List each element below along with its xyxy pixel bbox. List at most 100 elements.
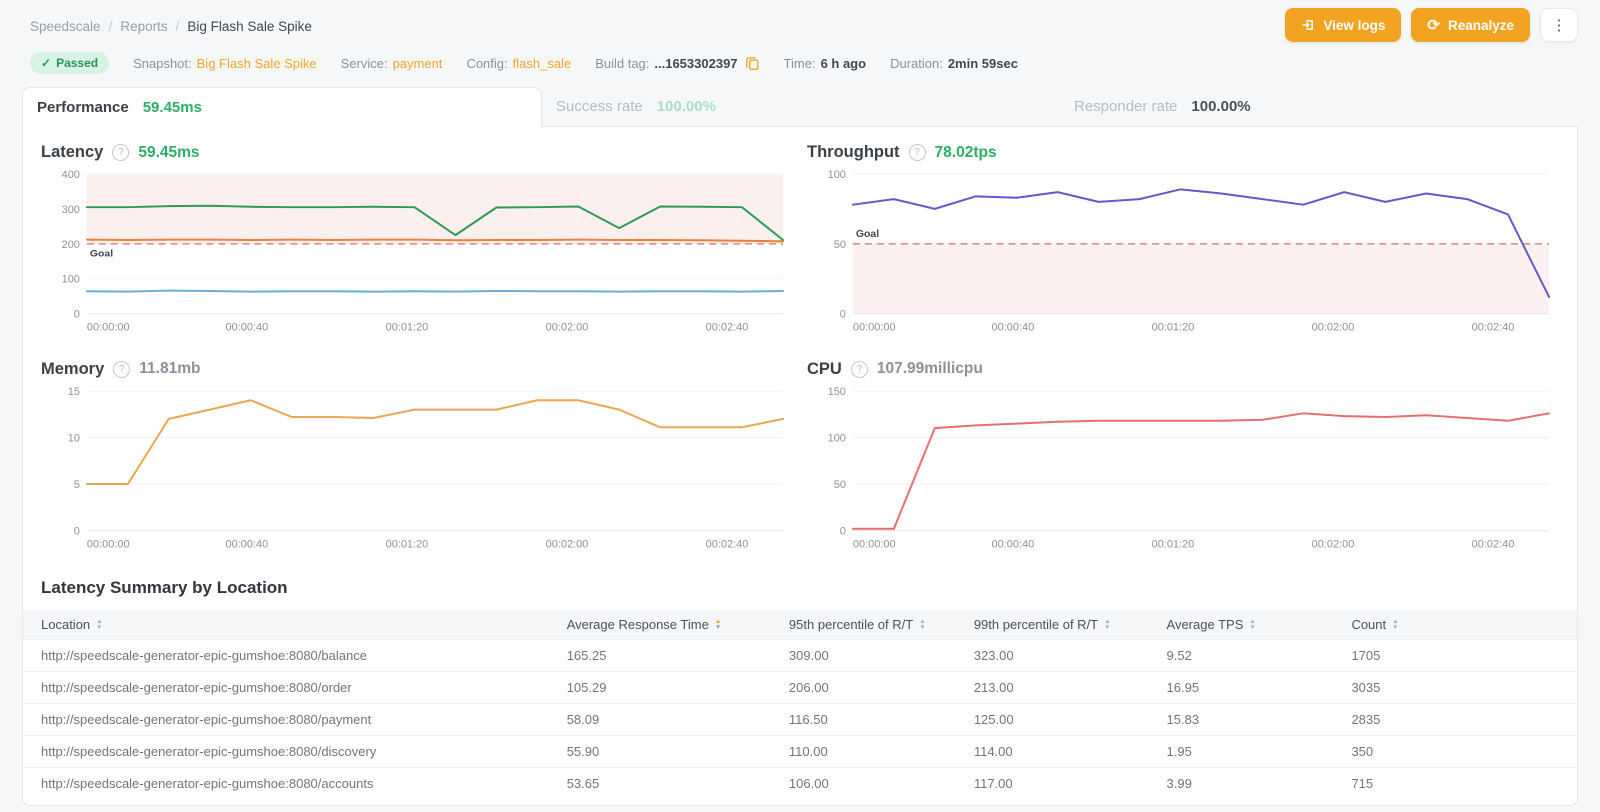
build-tag-value: ...1653302397: [654, 56, 737, 71]
field-label: Build tag:: [595, 56, 649, 71]
table-row[interactable]: http://speedscale-generator-epic-gumshoe…: [23, 672, 1577, 704]
field-label: Duration:: [890, 56, 943, 71]
svg-text:00:02:40: 00:02:40: [706, 538, 749, 550]
column-header[interactable]: Location ▲▼: [23, 610, 561, 640]
view-logs-button[interactable]: View logs: [1285, 8, 1401, 42]
tab-success-rate[interactable]: Success rate 100.00%: [542, 87, 1060, 127]
table-row[interactable]: http://speedscale-generator-epic-gumshoe…: [23, 640, 1577, 672]
cell: http://speedscale-generator-epic-gumshoe…: [23, 640, 561, 672]
charts-grid: Latency ? 59.45ms 010020030040000:00:000…: [23, 127, 1577, 560]
column-header[interactable]: Average Response Time▲▼: [561, 610, 783, 640]
help-icon[interactable]: ?: [113, 361, 130, 378]
svg-text:00:01:20: 00:01:20: [386, 322, 429, 334]
breadcrumb-speedscale[interactable]: Speedscale: [30, 19, 101, 34]
cpu-header: CPU ? 107.99millicpu: [807, 360, 1559, 379]
breadcrumb-reports[interactable]: Reports: [120, 19, 167, 34]
throughput-title: Throughput: [807, 143, 900, 162]
svg-text:00:01:20: 00:01:20: [1152, 538, 1195, 550]
tab-responder-rate[interactable]: Responder rate 100.00%: [1060, 87, 1578, 127]
field-config: Config: flash_sale: [466, 56, 571, 71]
svg-text:00:00:40: 00:00:40: [226, 322, 269, 334]
cpu-chart[interactable]: 05010015000:00:0000:00:4000:01:2000:02:0…: [807, 383, 1559, 561]
cell: 2835: [1345, 704, 1577, 736]
main-content: Performance 59.45ms Success rate 100.00%…: [0, 87, 1600, 806]
reanalyze-button[interactable]: ⟳ Reanalyze: [1411, 8, 1530, 42]
column-header[interactable]: 99th percentile of R/T▲▼: [968, 610, 1161, 640]
svg-text:0: 0: [74, 309, 80, 321]
tab-strip: Performance 59.45ms Success rate 100.00%…: [22, 87, 1578, 127]
field-time: Time: 6 h ago: [784, 56, 867, 71]
breadcrumb: Speedscale / Reports / Big Flash Sale Sp…: [30, 19, 312, 34]
svg-text:400: 400: [62, 169, 80, 181]
reanalyze-label: Reanalyze: [1448, 18, 1514, 33]
field-label: Snapshot:: [133, 56, 192, 71]
tab-label: Performance: [37, 99, 129, 116]
tab-value: 59.45ms: [143, 99, 202, 116]
tab-performance[interactable]: Performance 59.45ms: [22, 87, 542, 127]
service-link[interactable]: payment: [393, 56, 443, 71]
view-logs-label: View logs: [1323, 18, 1385, 33]
time-value: 6 h ago: [821, 56, 867, 71]
svg-text:50: 50: [834, 239, 846, 251]
cell: 53.65: [561, 768, 783, 800]
table-row[interactable]: http://speedscale-generator-epic-gumshoe…: [23, 736, 1577, 768]
cell: 9.52: [1161, 640, 1346, 672]
cell: 715: [1345, 768, 1577, 800]
sort-icon: ▲▼: [96, 619, 102, 630]
sort-icon: ▲▼: [1249, 619, 1255, 630]
table-row[interactable]: http://speedscale-generator-epic-gumshoe…: [23, 768, 1577, 800]
breadcrumb-separator: /: [109, 19, 113, 34]
svg-text:0: 0: [840, 309, 846, 321]
column-header[interactable]: Average TPS ▲▼: [1161, 610, 1346, 640]
memory-panel: Memory ? 11.81mb 05101500:00:0000:00:400…: [41, 344, 793, 561]
field-label: Time:: [784, 56, 816, 71]
latency-summary-table: Location ▲▼ Average Response Time▲▼95th pe…: [23, 610, 1577, 799]
column-header[interactable]: Count▲▼: [1345, 610, 1577, 640]
memory-chart[interactable]: 05101500:00:0000:00:4000:01:2000:02:0000…: [41, 383, 793, 561]
tab-label: Responder rate: [1074, 98, 1177, 115]
copy-icon[interactable]: [745, 56, 760, 71]
latency-table-body: http://speedscale-generator-epic-gumshoe…: [23, 640, 1577, 800]
config-link[interactable]: flash_sale: [513, 56, 572, 71]
memory-value: 11.81mb: [139, 360, 200, 378]
cell: http://speedscale-generator-epic-gumshoe…: [23, 768, 561, 800]
field-label: Service:: [341, 56, 388, 71]
cell: 106.00: [783, 768, 968, 800]
cell: 110.00: [783, 736, 968, 768]
svg-text:200: 200: [62, 239, 80, 251]
table-row[interactable]: http://speedscale-generator-epic-gumshoe…: [23, 704, 1577, 736]
cell: 350: [1345, 736, 1577, 768]
snapshot-link[interactable]: Big Flash Sale Spike: [197, 56, 317, 71]
help-icon[interactable]: ?: [851, 361, 868, 378]
header-actions: View logs ⟳ Reanalyze ⋮: [1285, 8, 1578, 42]
column-label: Average TPS: [1167, 617, 1244, 632]
latency-chart[interactable]: 010020030040000:00:0000:00:4000:01:2000:…: [41, 166, 793, 344]
cell: 309.00: [783, 640, 968, 672]
field-label: Config:: [466, 56, 507, 71]
more-options-button[interactable]: ⋮: [1540, 8, 1578, 42]
cell: 55.90: [561, 736, 783, 768]
column-label: Count: [1351, 617, 1386, 632]
field-snapshot: Snapshot: Big Flash Sale Spike: [133, 56, 317, 71]
svg-text:00:01:20: 00:01:20: [1152, 322, 1195, 334]
memory-header: Memory ? 11.81mb: [41, 360, 793, 379]
cell: 58.09: [561, 704, 783, 736]
help-icon[interactable]: ?: [112, 144, 129, 161]
throughput-chart[interactable]: 05010000:00:0000:00:4000:01:2000:02:0000…: [807, 166, 1559, 344]
cell: 125.00: [968, 704, 1161, 736]
cell: http://speedscale-generator-epic-gumshoe…: [23, 704, 561, 736]
cell: 105.29: [561, 672, 783, 704]
svg-text:15: 15: [68, 385, 80, 397]
svg-text:00:00:00: 00:00:00: [853, 538, 896, 550]
column-label: Location: [41, 617, 90, 632]
svg-text:00:00:40: 00:00:40: [226, 538, 269, 550]
status-badge-label: Passed: [56, 56, 98, 70]
cell: 16.95: [1161, 672, 1346, 704]
sort-icon: ▲▼: [1104, 619, 1110, 630]
help-icon[interactable]: ?: [909, 144, 926, 161]
svg-text:50: 50: [834, 479, 846, 491]
svg-text:00:02:00: 00:02:00: [546, 322, 589, 334]
tab-value: 100.00%: [1191, 98, 1250, 115]
cell: 3.99: [1161, 768, 1346, 800]
column-header[interactable]: 95th percentile of R/T▲▼: [783, 610, 968, 640]
